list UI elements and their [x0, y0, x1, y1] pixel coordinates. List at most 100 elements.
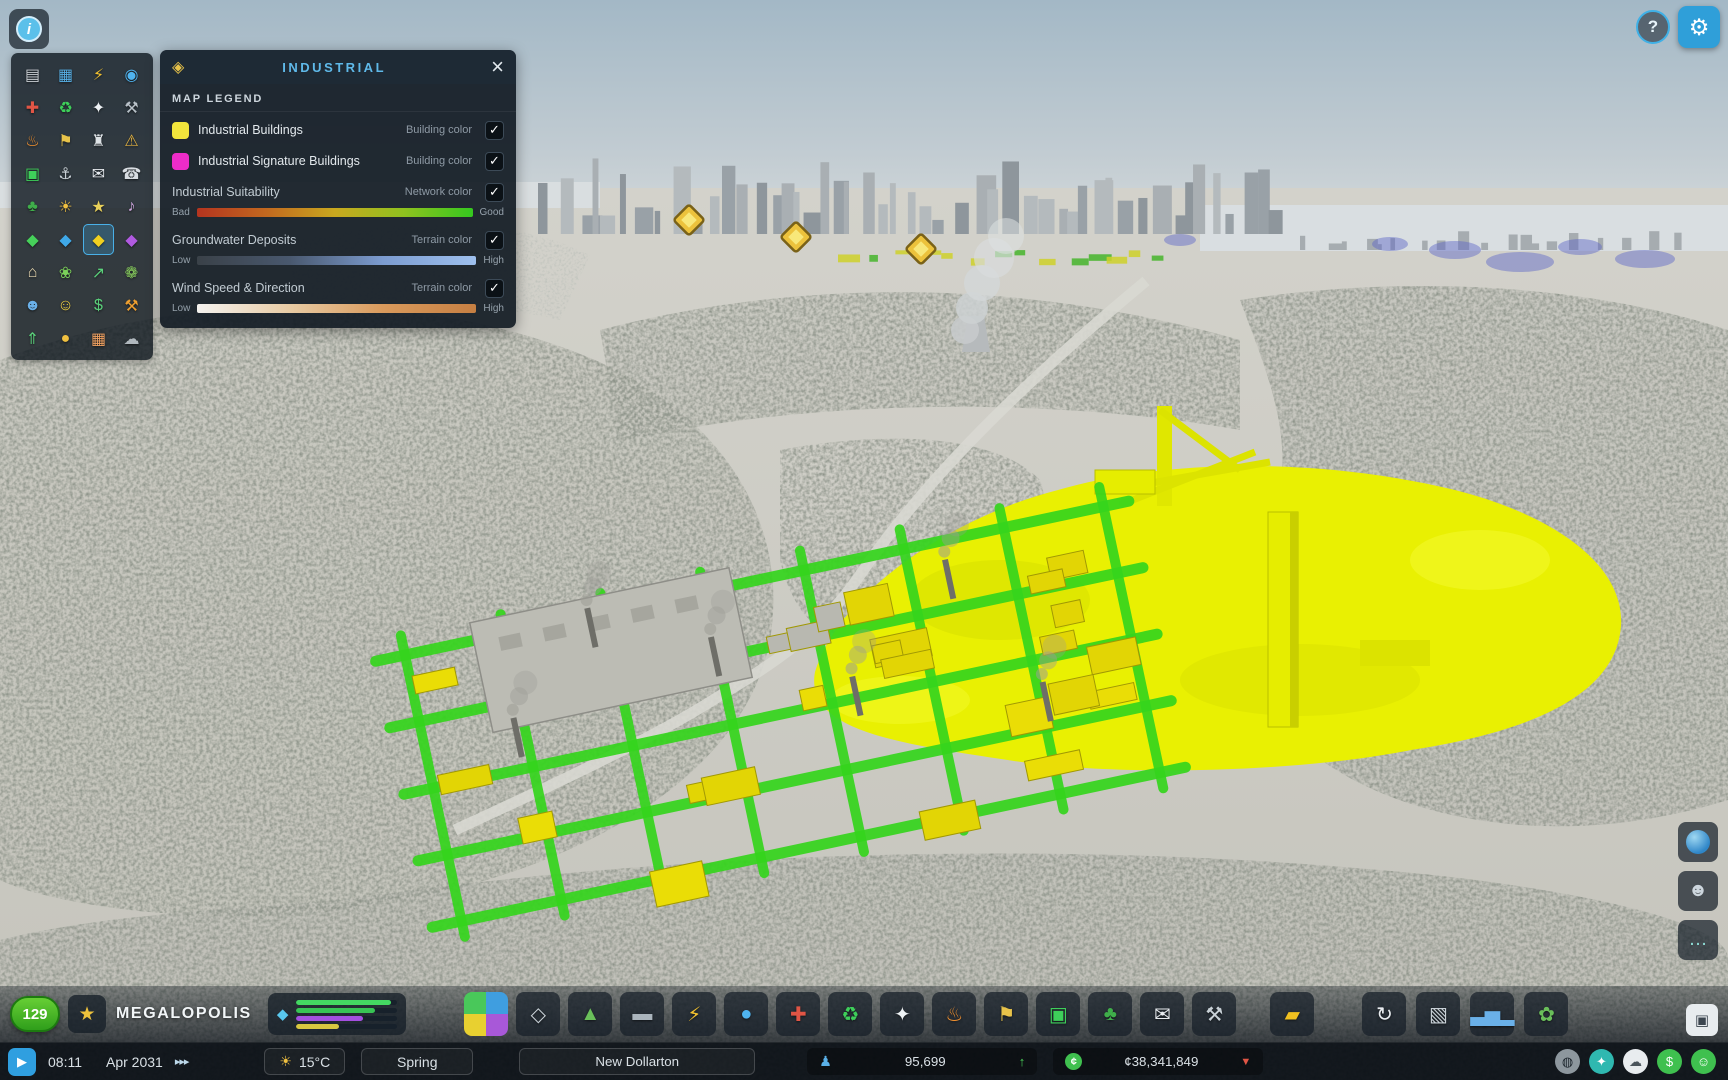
- legend-color-type: Building color: [406, 124, 476, 136]
- money-display[interactable]: ¢ ¢38,341,849 ▼: [1053, 1048, 1263, 1075]
- infoview-garbage-icon[interactable]: ♻: [50, 92, 81, 123]
- help-button[interactable]: ?: [1636, 10, 1670, 44]
- infoview-electricity-icon[interactable]: ⚡: [83, 59, 114, 90]
- infoview-entertainment-icon[interactable]: ♪: [116, 191, 147, 222]
- chirper-button[interactable]: …: [1678, 920, 1718, 960]
- healthcare-tool-button[interactable]: ✚: [776, 992, 820, 1036]
- gradient-high-label: High: [483, 303, 504, 314]
- roads-tool-button[interactable]: ▬: [620, 992, 664, 1036]
- infoview-parks-icon[interactable]: ♣: [17, 191, 48, 222]
- police-tool-button[interactable]: ⚑: [984, 992, 1028, 1036]
- parks-tool-button[interactable]: ♣: [1088, 992, 1132, 1036]
- transportation-tool-button[interactable]: ▣: [1036, 992, 1080, 1036]
- electricity-tool-button[interactable]: ⚡: [672, 992, 716, 1036]
- settings-gear-button[interactable]: ⚙: [1678, 6, 1720, 48]
- infoview-roads-icon[interactable]: ▤: [17, 59, 48, 90]
- infoview-administration-icon[interactable]: ♜: [83, 125, 114, 156]
- infoview-population-icon[interactable]: ☻: [17, 290, 48, 321]
- water-tool-button[interactable]: ●: [724, 992, 768, 1036]
- construction-tools: ◇▲▬⚡●✚♻✦♨⚑▣♣✉⚒ ▰: [464, 992, 1314, 1036]
- legend-row: Industrial BuildingsBuilding color✓: [160, 114, 516, 145]
- infoview-finances-icon[interactable]: $: [83, 290, 114, 321]
- map-tiles-tool-button[interactable]: ▧: [1416, 992, 1460, 1036]
- infoview-zones-commercial-icon[interactable]: ◆: [50, 224, 81, 255]
- population-icon: ♟: [819, 1053, 832, 1070]
- infoview-agriculture-icon[interactable]: ❁: [116, 257, 147, 288]
- infoview-transportation-icon[interactable]: ▦: [50, 59, 81, 90]
- progress-track: [296, 1024, 396, 1029]
- education-tool-button[interactable]: ✦: [880, 992, 924, 1036]
- infoview-police-icon[interactable]: ⚑: [50, 125, 81, 156]
- map-options-button[interactable]: [1678, 822, 1718, 862]
- play-pause-button[interactable]: ▶: [8, 1048, 36, 1076]
- legend-color-type: Building color: [406, 155, 476, 167]
- infoview-tourism-icon[interactable]: ★: [83, 191, 114, 222]
- city-name-display[interactable]: New Dollarton: [519, 1048, 755, 1075]
- infoview-economy-icon[interactable]: ↗: [83, 257, 114, 288]
- photo-mode-button[interactable]: ▣: [1686, 1004, 1718, 1036]
- legend-row: Industrial Signature Buildings Building c…: [160, 145, 516, 176]
- infoview-maintenance-icon[interactable]: ⚒: [116, 92, 147, 123]
- districts-tool-button[interactable]: ◇: [516, 992, 560, 1036]
- legend-checkbox[interactable]: ✓: [485, 231, 504, 250]
- legend-checkbox[interactable]: ✓: [485, 279, 504, 298]
- infoview-pollution-icon[interactable]: ☁: [116, 323, 147, 354]
- infoview-cargo-icon[interactable]: ⚓: [50, 158, 81, 189]
- infoview-communications-icon[interactable]: ✉: [83, 158, 114, 189]
- progress-track: [296, 1008, 396, 1013]
- infoview-housing-icon[interactable]: ⌂: [17, 257, 48, 288]
- temperature-display: ☀ 15°C: [264, 1048, 345, 1075]
- population-display[interactable]: ♟ 95,699 ↑: [807, 1048, 1037, 1075]
- infoview-zones-industrial-icon[interactable]: ◆: [83, 224, 114, 255]
- legend-checkbox[interactable]: ✓: [485, 152, 504, 171]
- infoview-land-value-icon[interactable]: ⇑: [17, 323, 48, 354]
- mini-map-icon[interactable]: ◍: [1555, 1049, 1580, 1074]
- infoview-traffic-icon[interactable]: ●: [50, 323, 81, 354]
- infoview-fire-rescue-icon[interactable]: ♨: [17, 125, 48, 156]
- bulldozer-tool-button[interactable]: ▰: [1270, 992, 1314, 1036]
- legend-item-label: Industrial Signature Buildings: [198, 154, 397, 168]
- info-button[interactable]: i: [9, 9, 49, 49]
- info-icon: i: [16, 16, 42, 42]
- simulation-speed-control[interactable]: ▸▸▸: [175, 1055, 189, 1068]
- money-value: ¢38,341,849: [1090, 1054, 1232, 1069]
- infoview-zones-residential-icon[interactable]: ◆: [17, 224, 48, 255]
- close-icon[interactable]: ×: [484, 56, 504, 78]
- progression-meter[interactable]: ◆: [268, 993, 406, 1035]
- infoview-healthcare-icon[interactable]: ✚: [17, 92, 48, 123]
- infoview-disaster-control-icon[interactable]: ⚠: [116, 125, 147, 156]
- terraforming-tool-button[interactable]: ⚒: [1192, 992, 1236, 1036]
- infoview-buildings-icon[interactable]: ▦: [83, 323, 114, 354]
- gradient-bar: [197, 304, 476, 313]
- legend-checkbox[interactable]: ✓: [485, 183, 504, 202]
- infoview-workplaces-icon[interactable]: ⚒: [116, 290, 147, 321]
- progress-fill: [296, 1000, 390, 1005]
- infoview-environment-icon[interactable]: ❀: [50, 257, 81, 288]
- legend-item-label: Groundwater Deposits: [172, 233, 402, 247]
- mini-radio-icon[interactable]: ✦: [1589, 1049, 1614, 1074]
- communications-tool-button[interactable]: ✉: [1140, 992, 1184, 1036]
- fire-rescue-tool-button[interactable]: ♨: [932, 992, 976, 1036]
- infoview-happiness-icon[interactable]: ☺: [50, 290, 81, 321]
- mini-weather-icon[interactable]: ☁: [1623, 1049, 1648, 1074]
- infoview-education-icon[interactable]: ✦: [83, 92, 114, 123]
- mini-budget-icon[interactable]: $: [1657, 1049, 1682, 1074]
- infoview-telecom-icon[interactable]: ☎: [116, 158, 147, 189]
- zoning-tool-button[interactable]: [464, 992, 508, 1036]
- infoview-recreation-icon[interactable]: ☀: [50, 191, 81, 222]
- clock-time: 08:11: [48, 1054, 82, 1070]
- mini-happiness-icon[interactable]: ☺: [1691, 1049, 1716, 1074]
- garbage-tool-button[interactable]: ♻: [828, 992, 872, 1036]
- infoview-zones-office-icon[interactable]: ◆: [116, 224, 147, 255]
- follow-citizen-button[interactable]: ☻: [1678, 871, 1718, 911]
- statistics-tool-button[interactable]: ▃▅▂: [1470, 992, 1514, 1036]
- milestones-trophy-button[interactable]: ★: [68, 995, 106, 1033]
- landscaping-tool-button[interactable]: ▲: [568, 992, 612, 1036]
- gradient-bar: [197, 256, 476, 265]
- environment-panel-tool-button[interactable]: ✿: [1524, 992, 1568, 1036]
- infoview-public-transport-icon[interactable]: ▣: [17, 158, 48, 189]
- economy-panel-tool-button[interactable]: ↻: [1362, 992, 1406, 1036]
- xp-level-badge[interactable]: 129: [10, 996, 60, 1032]
- infoview-water-sewage-icon[interactable]: ◉: [116, 59, 147, 90]
- legend-checkbox[interactable]: ✓: [485, 121, 504, 140]
